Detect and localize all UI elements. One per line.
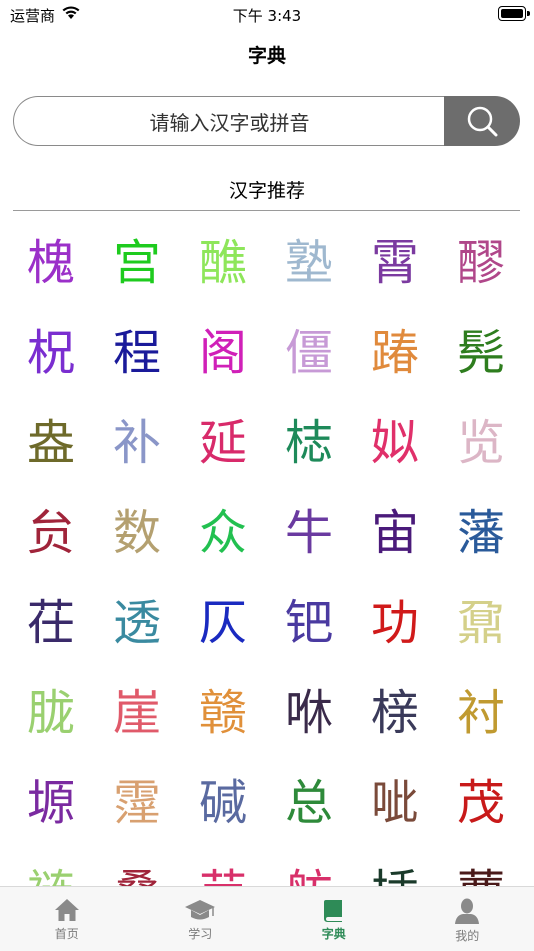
character-item[interactable]: 览	[438, 398, 524, 488]
tab-home[interactable]: 首页	[0, 887, 134, 951]
battery-icon	[498, 6, 526, 21]
character-item[interactable]: 舫	[266, 848, 352, 886]
character-item[interactable]: 延	[180, 398, 266, 488]
character-item[interactable]: 胧	[8, 668, 94, 758]
status-bar: 运营商 下午 3:43	[0, 0, 534, 28]
search-button[interactable]	[444, 96, 520, 146]
graduation-cap-icon	[183, 897, 217, 923]
person-icon	[453, 897, 481, 925]
character-item[interactable]: 钯	[266, 578, 352, 668]
tab-label: 我的	[455, 927, 479, 944]
tab-label: 字典	[322, 925, 346, 942]
character-item[interactable]: 茂	[438, 758, 524, 848]
character-item[interactable]: 蕈	[438, 848, 524, 886]
character-item[interactable]: 塾	[266, 218, 352, 308]
character-item[interactable]: 插	[352, 848, 438, 886]
character-item[interactable]: 僵	[266, 308, 352, 398]
character-item[interactable]: 碱	[180, 758, 266, 848]
character-item[interactable]: 贠	[8, 488, 94, 578]
character-item[interactable]: 槐	[8, 218, 94, 308]
tab-label: 首页	[55, 925, 79, 942]
character-item[interactable]: 醪	[438, 218, 524, 308]
character-item[interactable]: 霪	[94, 758, 180, 848]
character-item[interactable]: 梽	[266, 398, 352, 488]
tab-label: 学习	[188, 925, 212, 942]
character-grid: 槐宫醮塾霄醪柷程阁僵踳髡盎补延梽姒览贠数众牛宙藩茌透仄钯功鼐胧崖赣咻榇衬塬霪碱总…	[8, 218, 524, 886]
character-item[interactable]: 醮	[180, 218, 266, 308]
character-item[interactable]: 咻	[266, 668, 352, 758]
divider	[13, 210, 520, 211]
search-bar: 请输入汉字或拼音	[13, 96, 520, 146]
character-item[interactable]: 众	[180, 488, 266, 578]
character-item[interactable]: 藩	[438, 488, 524, 578]
page-title: 字典	[0, 41, 534, 68]
character-item[interactable]: 裢	[8, 848, 94, 886]
section-title: 汉字推荐	[0, 176, 534, 203]
book-icon	[320, 897, 348, 923]
character-item[interactable]: 鼐	[438, 578, 524, 668]
character-item[interactable]: 补	[94, 398, 180, 488]
character-item[interactable]: 总	[266, 758, 352, 848]
character-item[interactable]: 榇	[352, 668, 438, 758]
character-item[interactable]: 莁	[180, 848, 266, 886]
character-item[interactable]: 阁	[180, 308, 266, 398]
tab-study[interactable]: 学习	[134, 887, 268, 951]
character-item[interactable]: 衬	[438, 668, 524, 758]
character-item[interactable]: 髡	[438, 308, 524, 398]
character-item[interactable]: 呲	[352, 758, 438, 848]
character-item[interactable]: 仄	[180, 578, 266, 668]
search-icon	[464, 103, 500, 139]
character-item[interactable]: 茌	[8, 578, 94, 668]
character-item[interactable]: 程	[94, 308, 180, 398]
character-item[interactable]: 姒	[352, 398, 438, 488]
character-item[interactable]: 功	[352, 578, 438, 668]
tab-profile[interactable]: 我的	[401, 887, 534, 951]
character-item[interactable]: 霄	[352, 218, 438, 308]
character-item[interactable]: 宙	[352, 488, 438, 578]
tab-bar: 首页 学习 字典 我的	[0, 886, 534, 951]
character-item[interactable]: 数	[94, 488, 180, 578]
character-item[interactable]: 盎	[8, 398, 94, 488]
status-time: 下午 3:43	[0, 5, 534, 26]
character-item[interactable]: 叠	[94, 848, 180, 886]
character-item[interactable]: 宫	[94, 218, 180, 308]
character-item[interactable]: 踳	[352, 308, 438, 398]
character-item[interactable]: 牛	[266, 488, 352, 578]
character-item[interactable]: 柷	[8, 308, 94, 398]
character-item[interactable]: 塬	[8, 758, 94, 848]
character-item[interactable]: 崖	[94, 668, 180, 758]
home-icon	[53, 897, 81, 923]
character-item[interactable]: 赣	[180, 668, 266, 758]
character-grid-scroll[interactable]: 槐宫醮塾霄醪柷程阁僵踳髡盎补延梽姒览贠数众牛宙藩茌透仄钯功鼐胧崖赣咻榇衬塬霪碱总…	[0, 218, 534, 886]
tab-dictionary[interactable]: 字典	[267, 887, 401, 951]
character-item[interactable]: 透	[94, 578, 180, 668]
search-input[interactable]: 请输入汉字或拼音	[13, 96, 445, 146]
